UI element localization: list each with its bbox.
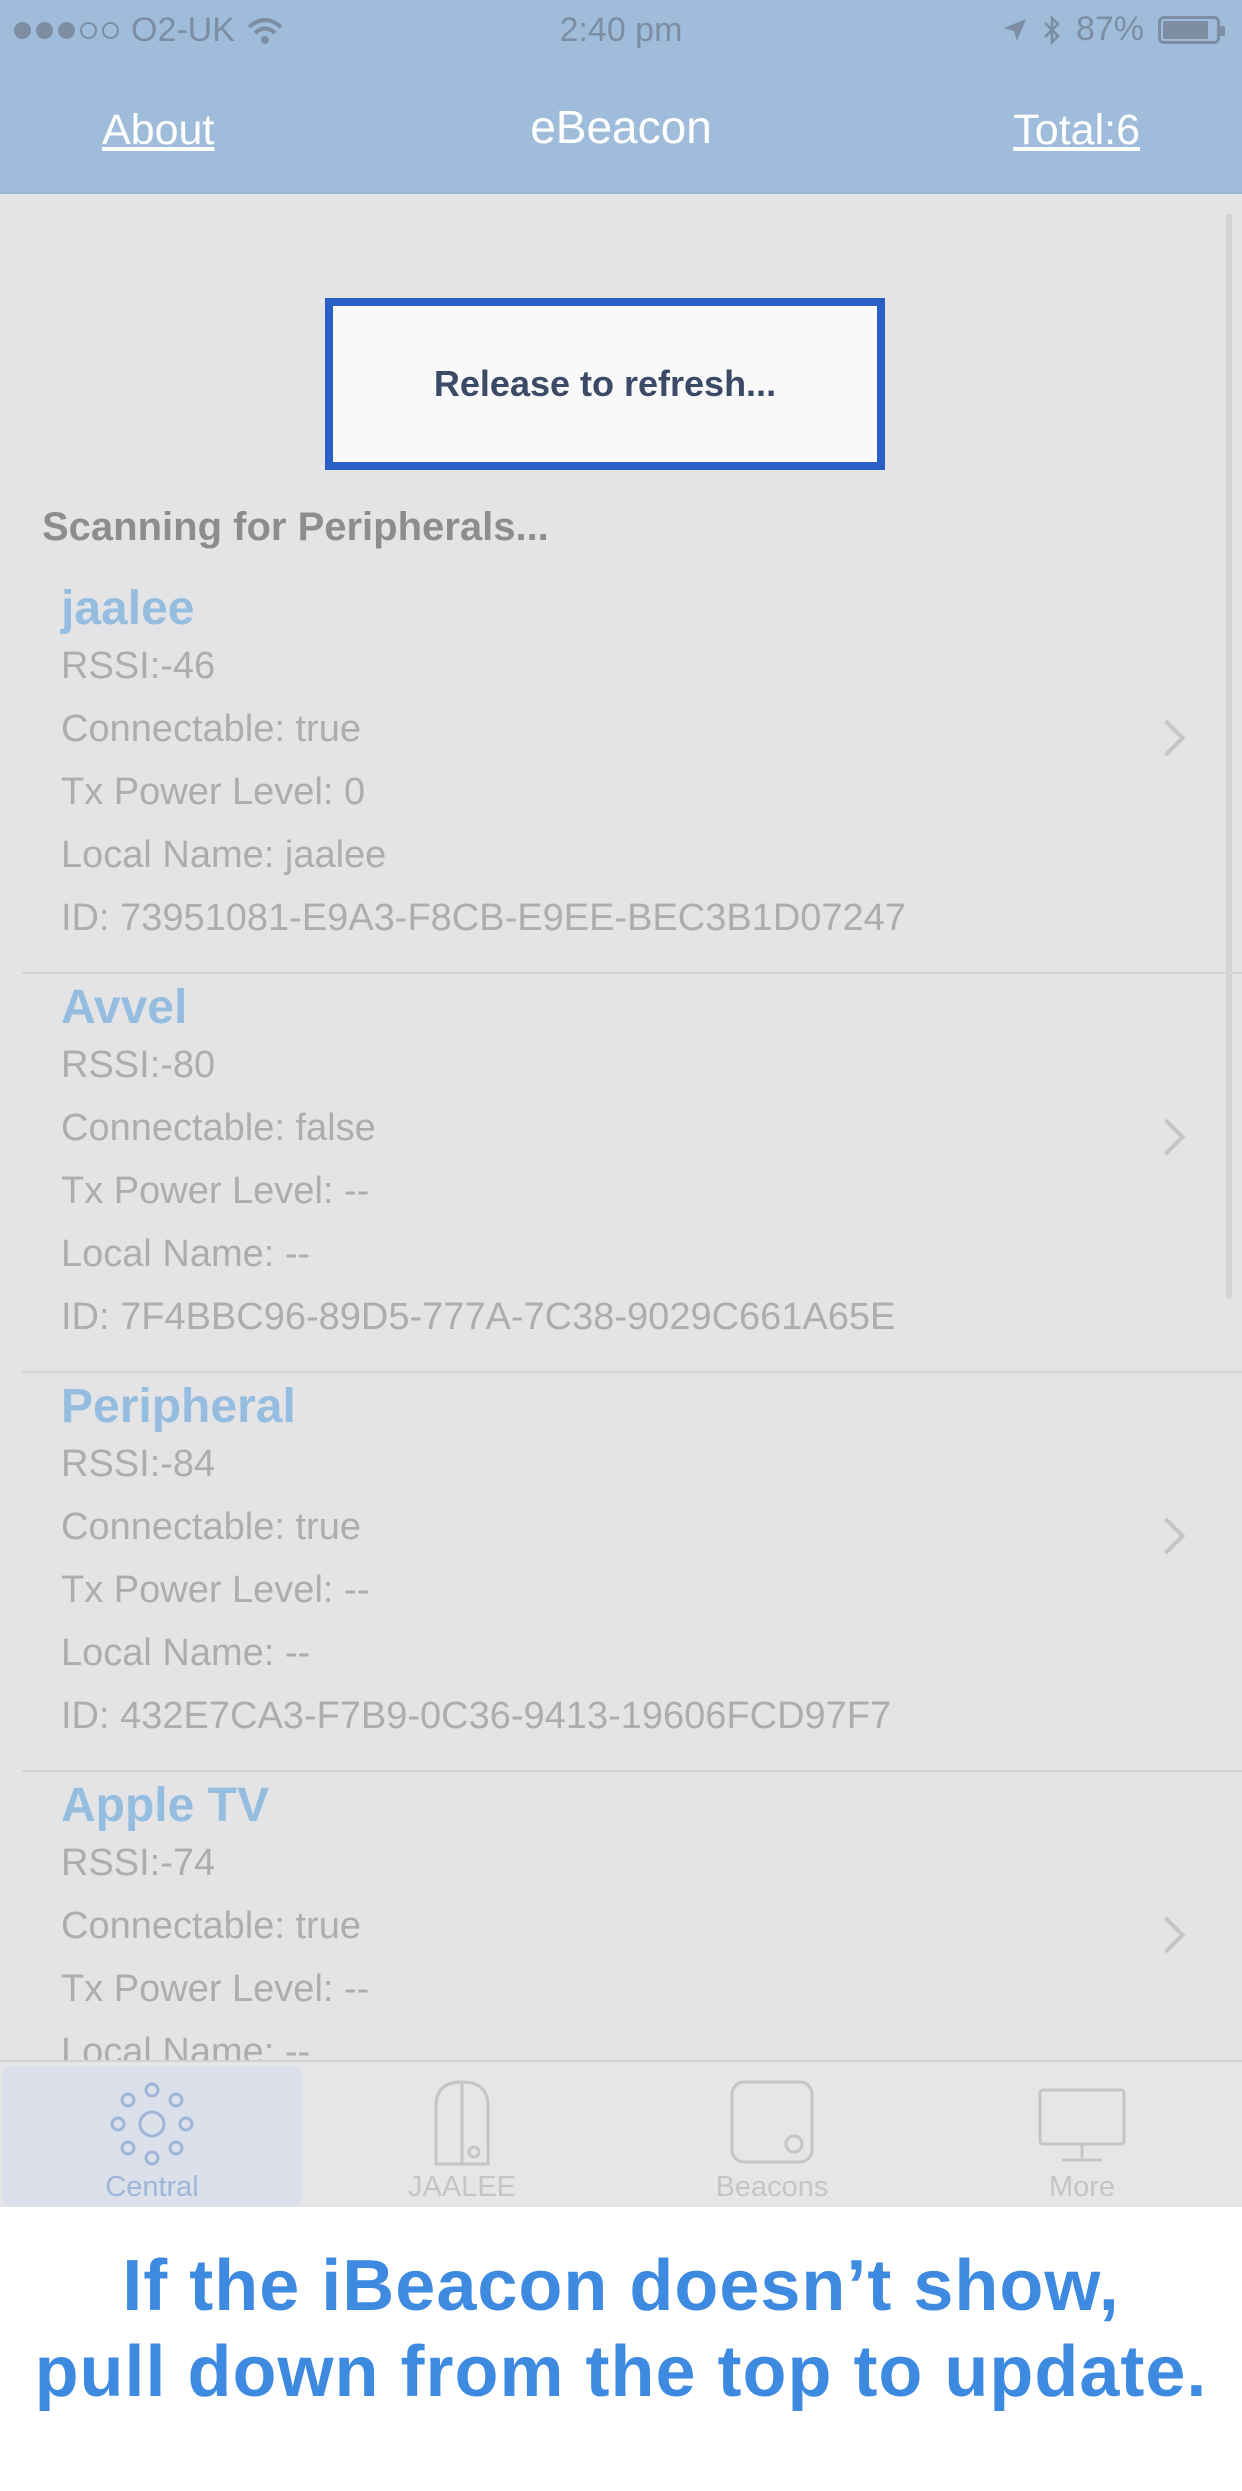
- tab-more-label: More: [1048, 2171, 1116, 2203]
- location-arrow-icon: [1003, 18, 1026, 41]
- status-bar: O2-UK 2:40 pm 87%: [0, 0, 1242, 60]
- tab-beacons-label: Beacons: [715, 2171, 829, 2203]
- pull-to-refresh-indicator: Release to refresh...: [325, 298, 885, 470]
- peripheral-connectable: Connectable: true: [61, 708, 361, 750]
- chevron-right-icon: [1148, 1517, 1186, 1555]
- peripheral-tx-power: Tx Power Level: --: [61, 1569, 370, 1611]
- peripheral-rssi: RSSI:-46: [61, 645, 216, 687]
- peripheral-rssi: RSSI:-84: [61, 1443, 216, 1485]
- battery-percent: 87%: [1075, 10, 1144, 48]
- total-link[interactable]: Total:6: [1013, 106, 1140, 155]
- scroll-indicator[interactable]: [1226, 214, 1232, 1299]
- tab-central-label: Central: [105, 2171, 199, 2203]
- instruction-caption: If the iBeacon doesn’t show, pull down f…: [0, 2207, 1242, 2491]
- battery-icon: [1158, 15, 1225, 44]
- bluetooth-icon: [1044, 14, 1060, 45]
- tab-jaalee-label: JAALEE: [408, 2171, 516, 2203]
- peripheral-row[interactable]: jaalee RSSI:-46 Connectable: true Tx Pow…: [0, 575, 1242, 974]
- chevron-right-icon: [1148, 1118, 1186, 1156]
- navigation-bar: About eBeacon Total:6: [0, 60, 1242, 194]
- peripheral-local-name: Local Name: jaalee: [61, 834, 387, 876]
- caption-line-2: pull down from the top to update.: [34, 2332, 1208, 2412]
- peripheral-name: Apple TV: [61, 1779, 270, 1832]
- monitor-icon: [1038, 2088, 1126, 2162]
- peripheral-row[interactable]: Peripheral RSSI:-84 Connectable: true Tx…: [0, 1373, 1242, 1772]
- peripheral-rssi: RSSI:-80: [61, 1044, 216, 1086]
- peripheral-tx-power: Tx Power Level: --: [61, 1170, 370, 1212]
- status-right: 87%: [1002, 10, 1225, 49]
- peripheral-rssi: RSSI:-74: [61, 1842, 216, 1884]
- peripheral-id: ID: 73951081-E9A3-F8CB-E9EE-BEC3B1D07247: [61, 897, 906, 939]
- tab-central[interactable]: Central: [2, 2066, 302, 2206]
- peripheral-name: Peripheral: [61, 1380, 296, 1433]
- peripheral-connectable: Connectable: true: [61, 1905, 361, 1947]
- tab-jaalee[interactable]: JAALEE: [312, 2066, 612, 2206]
- tab-more[interactable]: More: [932, 2066, 1232, 2206]
- caption-line-1: If the iBeacon doesn’t show,: [122, 2246, 1120, 2326]
- peripheral-name: Avvel: [61, 981, 188, 1034]
- peripheral-row[interactable]: Avvel RSSI:-80 Connectable: false Tx Pow…: [0, 974, 1242, 1373]
- peripheral-list: jaalee RSSI:-46 Connectable: true Tx Pow…: [0, 575, 1242, 2171]
- tab-bar: Central JAALEE Beacons More: [0, 2060, 1242, 2207]
- peripheral-id: ID: 7F4BBC96-89D5-777A-7C38-9029C661A65E: [61, 1296, 896, 1338]
- chevron-right-icon: [1148, 719, 1186, 757]
- chevron-right-icon: [1148, 1916, 1186, 1954]
- central-icon: [110, 2082, 194, 2166]
- section-header: Scanning for Peripherals...: [42, 505, 549, 549]
- peripheral-connectable: Connectable: true: [61, 1506, 361, 1548]
- beacons-icon: [730, 2080, 814, 2164]
- jaalee-icon: [434, 2080, 490, 2166]
- peripheral-local-name: Local Name: --: [61, 1632, 311, 1674]
- peripheral-name: jaalee: [61, 582, 195, 635]
- peripheral-tx-power: Tx Power Level: --: [61, 1968, 370, 2010]
- refresh-label: Release to refresh...: [433, 363, 777, 404]
- peripheral-local-name: Local Name: --: [61, 1233, 311, 1275]
- peripheral-id: ID: 432E7CA3-F7B9-0C36-9413-19606FCD97F7: [61, 1695, 892, 1737]
- peripheral-connectable: Connectable: false: [61, 1107, 376, 1149]
- app-screen: O2-UK 2:40 pm 87% About eBeacon Total:6 …: [0, 0, 1242, 2207]
- peripheral-tx-power: Tx Power Level: 0: [61, 771, 366, 813]
- tab-beacons[interactable]: Beacons: [622, 2066, 922, 2206]
